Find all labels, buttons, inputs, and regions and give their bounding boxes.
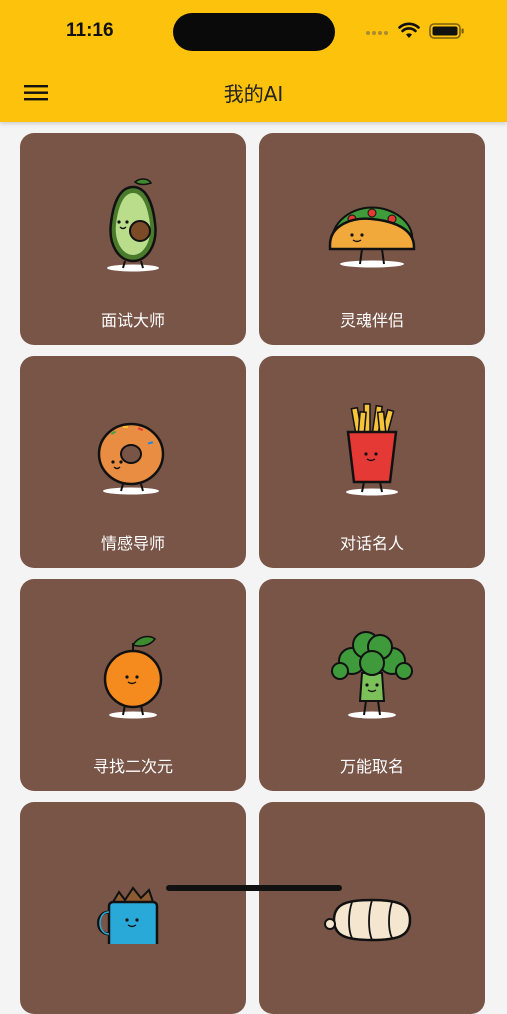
donut-icon <box>97 422 165 495</box>
card-soulmate[interactable]: 灵魂伴侣 <box>259 133 485 345</box>
bread-icon <box>324 898 412 942</box>
mug-icon <box>97 886 159 944</box>
card-universal-naming[interactable]: 万能取名 <box>259 579 485 791</box>
orange-icon <box>103 635 163 719</box>
taco-icon <box>328 206 416 268</box>
french-fries-icon <box>346 403 398 496</box>
battery-icon <box>429 23 464 39</box>
card-label: 灵魂伴侣 <box>339 311 404 330</box>
card-label: 对话名人 <box>339 534 404 553</box>
broccoli-icon <box>331 631 413 719</box>
card-label: 万能取名 <box>339 757 404 776</box>
page-title: 我的AI <box>223 82 284 106</box>
status-time: 11:16 <box>66 20 114 41</box>
avocado-icon <box>107 178 159 272</box>
card-label: 情感导师 <box>100 534 165 553</box>
wifi-icon <box>398 22 420 38</box>
cellular-signal-icon <box>366 31 388 35</box>
card-find-anime[interactable]: 寻找二次元 <box>20 579 246 791</box>
card-label: 寻找二次元 <box>92 757 173 776</box>
card-celebrity-chat[interactable]: 对话名人 <box>259 356 485 568</box>
dynamic-island <box>173 13 335 51</box>
card-label: 面试大师 <box>100 311 165 330</box>
card-emotion-mentor[interactable]: 情感导师 <box>20 356 246 568</box>
home-indicator[interactable] <box>166 885 342 891</box>
card-item[interactable] <box>259 802 485 1014</box>
card-item[interactable] <box>20 802 246 1014</box>
card-interview-master[interactable]: 面试大师 <box>20 133 246 345</box>
app-header: 11:16 我的AI <box>0 0 507 122</box>
